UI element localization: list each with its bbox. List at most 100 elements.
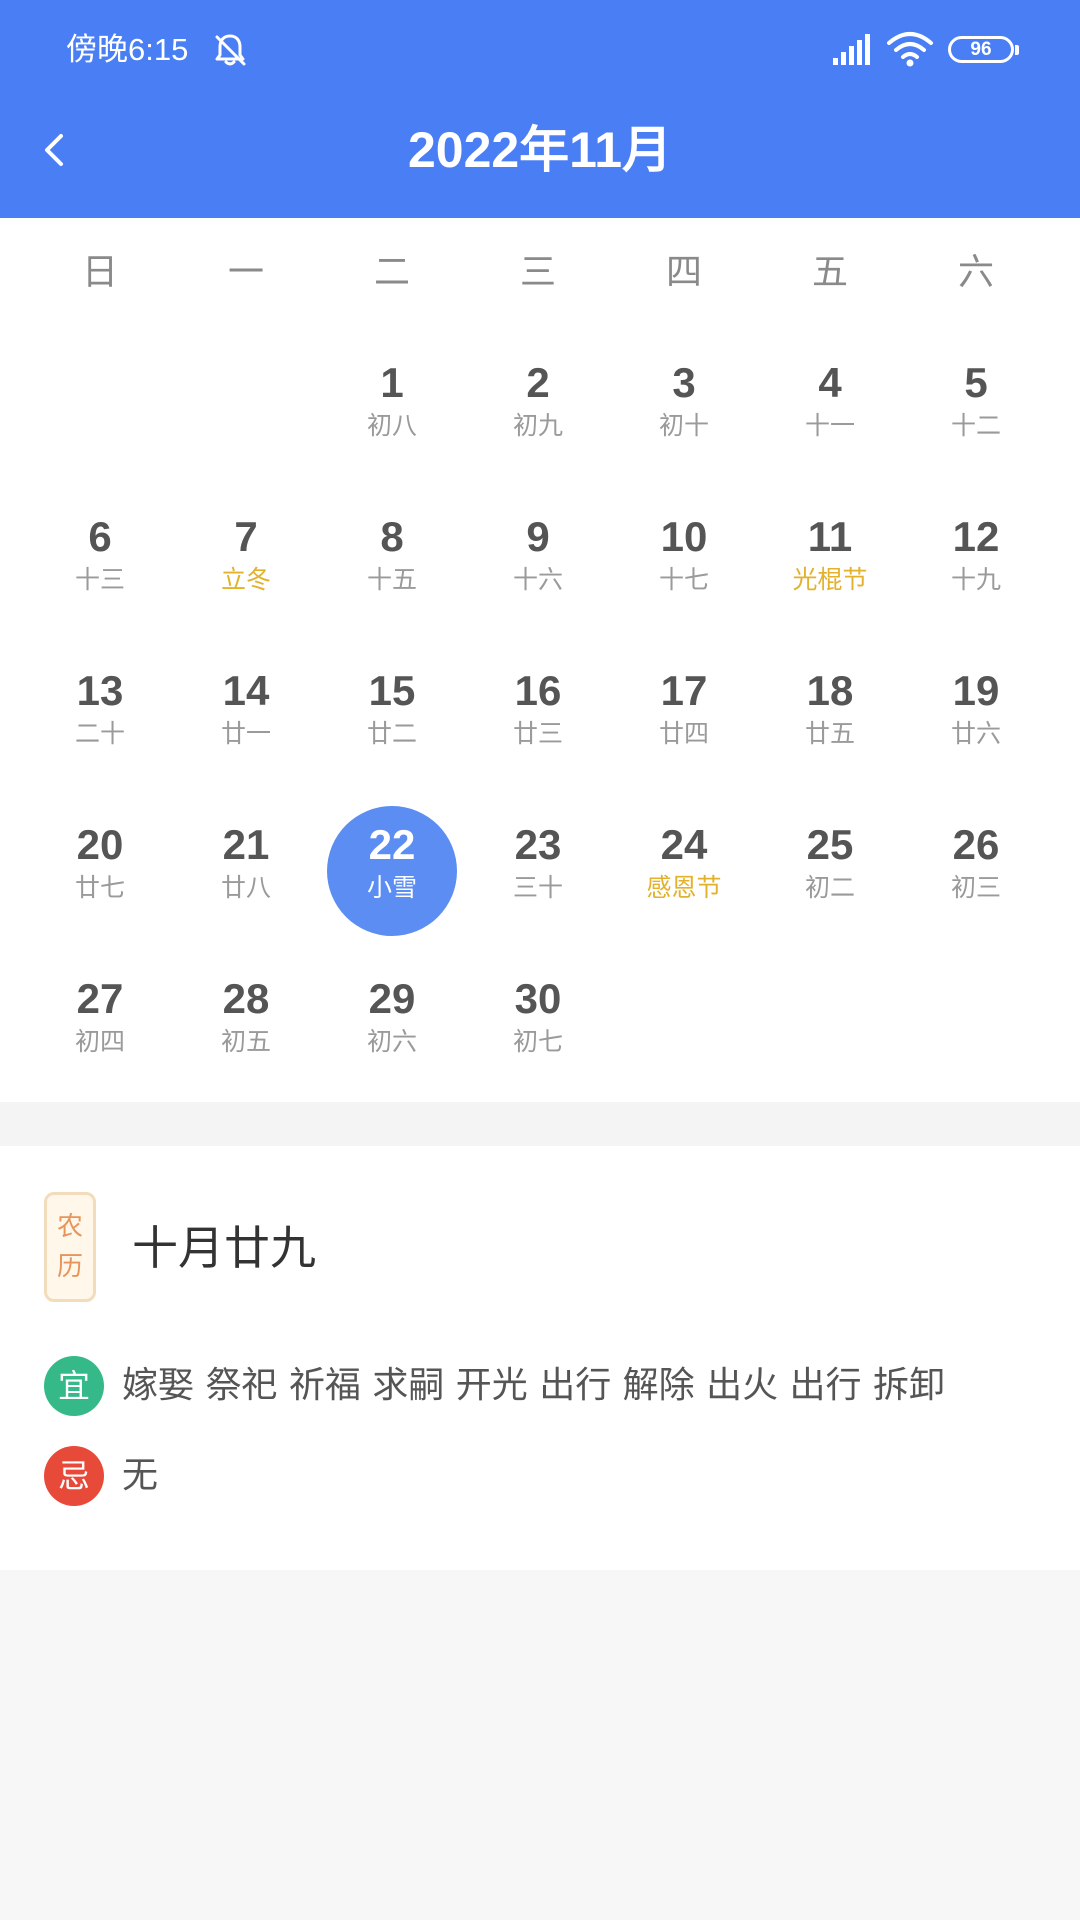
weekday-label: 五: [811, 252, 848, 293]
wifi-icon: [887, 32, 933, 67]
day-cell[interactable]: 5 十二: [903, 340, 1049, 470]
day-number: 5: [964, 359, 988, 406]
day-lunar-label: 十一: [804, 411, 855, 440]
day-number: 30: [514, 975, 562, 1022]
ji-text: 无: [122, 1455, 159, 1496]
day-number: 25: [806, 821, 854, 868]
weekday-label: 六: [957, 252, 994, 293]
day-number: 18: [806, 667, 854, 714]
day-number: 16: [514, 667, 562, 714]
day-lunar-label: 二十: [74, 719, 125, 748]
day-cell-selected[interactable]: 22 小雪: [319, 802, 465, 936]
day-lunar-label: 十六: [512, 565, 563, 594]
day-lunar-label: 十二: [950, 411, 1001, 440]
day-cell[interactable]: 15 廿二: [319, 648, 465, 778]
day-cell[interactable]: 4 十一: [757, 340, 903, 470]
day-number: 8: [380, 513, 404, 560]
battery-indicator: 96: [948, 36, 1019, 63]
day-cell[interactable]: 10 十七: [611, 494, 757, 624]
weekday-label: 三: [519, 252, 556, 293]
day-cell[interactable]: 6 十三: [27, 494, 173, 624]
lunar-badge: 农 历: [44, 1192, 96, 1302]
day-cell[interactable]: 2 初九: [465, 340, 611, 470]
bell-muted-icon: [215, 34, 246, 66]
calendar-grid: 日 一 二 三 四 五 六 1 初八 2 初九 3 初十 4 十一 5 十二 6 十三 7 立冬 8 十五 9 十…: [0, 218, 1080, 1102]
day-lunar-label: 廿七: [74, 873, 125, 902]
day-number: 11: [807, 513, 853, 560]
day-cell[interactable]: 20 廿七: [27, 802, 173, 932]
day-lunar-label: 初九: [512, 411, 563, 440]
day-number: 4: [818, 359, 842, 406]
day-number: 19: [952, 667, 1000, 714]
day-cell[interactable]: 1 初八: [319, 340, 465, 470]
day-cell[interactable]: 19 廿六: [903, 648, 1049, 778]
day-number: 26: [952, 821, 1000, 868]
day-cell[interactable]: 12 十九: [903, 494, 1049, 624]
day-lunar-label: 十五: [366, 565, 417, 594]
day-cell[interactable]: 17 廿四: [611, 648, 757, 778]
day-number: 23: [514, 821, 562, 868]
day-lunar-label: 初六: [366, 1027, 417, 1056]
day-cell[interactable]: 27 初四: [27, 956, 173, 1086]
day-cell[interactable]: 23 三十: [465, 802, 611, 932]
day-lunar-label: 三十: [512, 873, 563, 902]
day-lunar-label: 初三: [950, 873, 1001, 902]
day-number: 21: [222, 821, 270, 868]
page-title: 2022年11月: [407, 122, 673, 178]
day-number: 2: [526, 359, 550, 406]
day-number: 28: [222, 975, 270, 1022]
day-number: 7: [234, 513, 258, 560]
day-cell[interactable]: 25 初二: [757, 802, 903, 932]
day-number: 14: [222, 667, 270, 714]
day-cell[interactable]: 28 初五: [173, 956, 319, 1086]
day-number: 13: [76, 667, 124, 714]
day-lunar-label: 初七: [512, 1027, 563, 1056]
section-divider: [0, 1102, 1080, 1146]
day-festival-label: 立冬: [220, 565, 271, 594]
weekday-label: 一: [227, 252, 264, 293]
day-number: 17: [660, 667, 708, 714]
weekday-label: 日: [81, 252, 118, 293]
day-number: 9: [526, 513, 550, 560]
day-festival-label: 感恩节: [646, 873, 722, 902]
day-lunar-label: 小雪: [366, 873, 417, 902]
day-lunar-label: 十三: [74, 565, 125, 594]
day-number: 24: [660, 821, 708, 868]
weekday-label: 二: [373, 252, 410, 293]
day-cell[interactable]: 26 初三: [903, 802, 1049, 932]
almanac-panel: 农 历 十月廿九 宜 嫁娶 祭祀 祈福 求嗣 开光 出行 解除 出火 出行 拆卸…: [0, 1146, 1080, 1570]
day-lunar-label: 初八: [366, 411, 417, 440]
day-lunar-label: 廿三: [512, 719, 563, 748]
lunar-date: 十月廿九: [132, 1221, 316, 1275]
day-cell[interactable]: 29 初六: [319, 956, 465, 1086]
day-lunar-label: 廿二: [366, 719, 417, 748]
day-lunar-label: 初五: [220, 1027, 271, 1056]
day-number: 15: [368, 667, 416, 714]
day-cell[interactable]: 9 十六: [465, 494, 611, 624]
day-lunar-label: 廿一: [220, 719, 271, 748]
day-cell[interactable]: 13 二十: [27, 648, 173, 778]
day-number: 22: [368, 821, 416, 868]
day-cell[interactable]: 30 初七: [465, 956, 611, 1086]
day-lunar-label: 初十: [658, 411, 709, 440]
day-lunar-label: 廿五: [804, 719, 855, 748]
day-cell[interactable]: 8 十五: [319, 494, 465, 624]
day-cell[interactable]: 24 感恩节: [611, 802, 757, 932]
weekday-label: 四: [665, 252, 702, 293]
day-number: 1: [380, 359, 404, 406]
day-cell[interactable]: 11 光棍节: [757, 494, 903, 624]
day-number: 10: [660, 513, 708, 560]
day-lunar-label: 廿八: [220, 873, 271, 902]
day-cell[interactable]: 16 廿三: [465, 648, 611, 778]
day-cell[interactable]: 3 初十: [611, 340, 757, 470]
day-number: 27: [76, 975, 124, 1022]
day-cell[interactable]: 18 廿五: [757, 648, 903, 778]
day-cell[interactable]: 14 廿一: [173, 648, 319, 778]
day-cell[interactable]: 7 立冬: [173, 494, 319, 624]
day-number: 3: [672, 359, 696, 406]
lunar-badge-char: 历: [56, 1252, 83, 1282]
day-number: 20: [76, 821, 124, 868]
top-bar: 傍晚6:15 96 2022年11月: [0, 0, 1080, 218]
day-cell[interactable]: 21 廿八: [173, 802, 319, 932]
day-lunar-label: 廿六: [950, 719, 1001, 748]
